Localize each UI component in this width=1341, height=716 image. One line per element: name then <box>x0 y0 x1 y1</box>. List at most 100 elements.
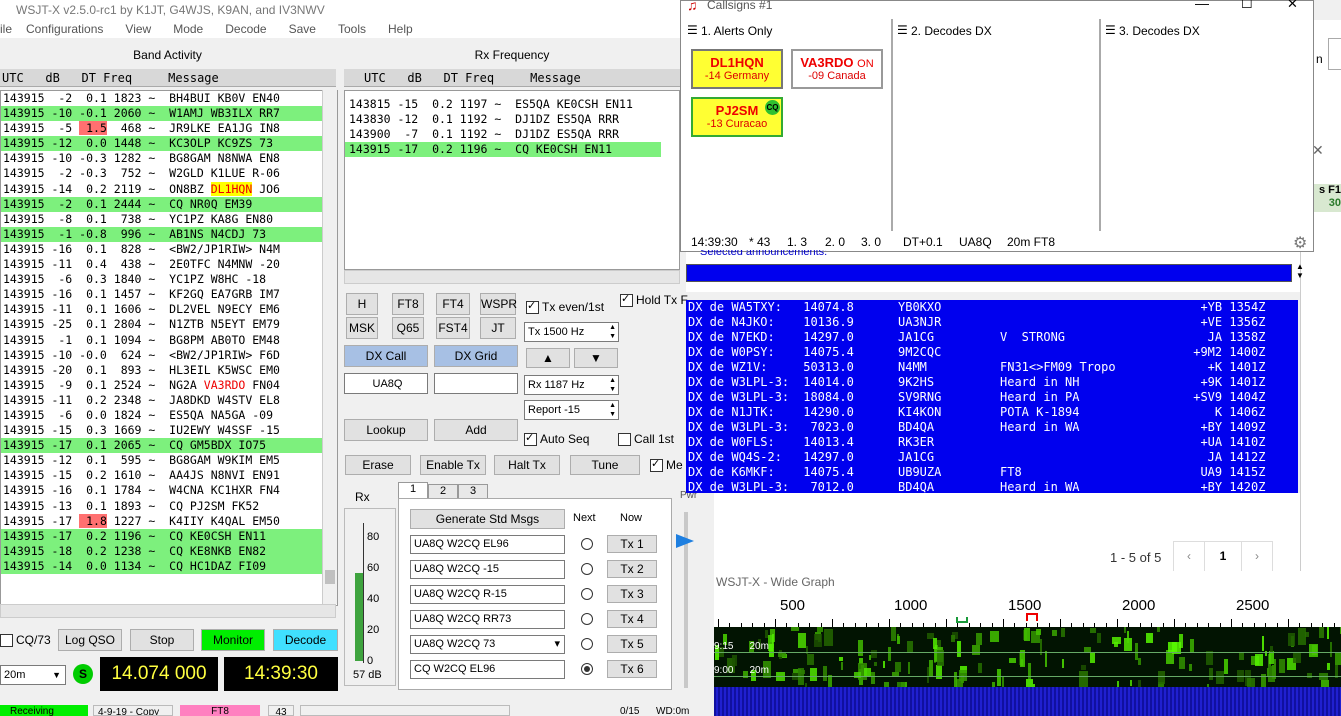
tx6-now-button[interactable]: Tx 6 <box>607 660 657 678</box>
decode-row[interactable]: 143915 -15 0.2 1610 ~ AA4JS N8NVI EN91 <box>1 468 325 483</box>
rx-frequency-marker[interactable] <box>956 617 968 623</box>
chevron-down-icon[interactable]: ▾ <box>554 636 560 653</box>
monitor-button[interactable]: Monitor <box>201 629 265 651</box>
decode-row[interactable]: 143915 -2 0.1 1823 ~ BH4BUI KB0V EN40 <box>1 91 325 106</box>
generate-std-msgs-button[interactable]: Generate Std Msgs <box>410 509 565 529</box>
menu-mode[interactable]: Mode <box>173 20 203 38</box>
rx-frequency-list[interactable]: 143815 -15 0.2 1197 ~ ES5QA KE0CSH EN11 1… <box>344 90 680 270</box>
decode-row[interactable]: 143915 -11 0.4 438 ~ 2E0TFC N4MNW -20 <box>1 257 325 272</box>
me-checkbox[interactable]: Me <box>650 457 683 473</box>
decode-row[interactable]: 143915 -8 0.1 738 ~ YC1PZ KA8G EN80 <box>1 212 325 227</box>
decode-row[interactable]: 143915 -6 0.3 1840 ~ YC1PZ W8HC -18 <box>1 272 325 287</box>
band-select[interactable]: 20m ▼ <box>0 665 66 685</box>
decode-row[interactable]: 143915 -25 0.1 2804 ~ N1ZTB N5EYT EM79 <box>1 317 325 332</box>
dx-call-input[interactable]: UA8Q <box>344 373 428 394</box>
tx2-next-radio[interactable] <box>581 563 593 575</box>
tx1-message-input[interactable]: UA8Q W2CQ EL96 <box>410 535 565 554</box>
alert-card-va3rdo[interactable]: VA3RDO ON -09 Canada <box>791 49 883 89</box>
decode-row[interactable]: 143915 -9 0.1 2524 ~ NG2A VA3RDO FN04 <box>1 378 325 393</box>
tx-frequency-spinbox[interactable]: Tx 1500 Hz ▲ ▼ <box>524 322 619 342</box>
dx-spot-row[interactable]: DX de N4JKO: 10136.9 UA3NJR +VE 1356Z <box>686 315 1298 330</box>
lookup-button[interactable]: Lookup <box>344 419 428 441</box>
spin-arrows-icon[interactable]: ▲ ▼ <box>609 323 616 341</box>
decode-row[interactable]: 143915 -17 0.2 1196 ~ CQ KE0CSH EN11 <box>1 528 325 544</box>
tx1-next-radio[interactable] <box>581 538 593 550</box>
enable-tx-button[interactable]: Enable Tx <box>420 455 486 475</box>
mode-q65-button[interactable]: Q65 <box>392 317 424 339</box>
pager-next-chevron-icon[interactable]: › <box>1241 541 1273 573</box>
decode-row[interactable]: 143915 -2 -0.3 752 ~ W2GLD K1LUE R-06 <box>1 166 325 181</box>
tx-up-button[interactable]: ▲ <box>526 348 570 368</box>
decode-row[interactable]: 143915 -1 -0.8 996 ~ AB1NS N4CDJ 73 <box>1 226 325 242</box>
tx5-next-radio[interactable] <box>581 638 593 650</box>
auto-seq-checkbox[interactable]: Auto Seq <box>524 431 589 447</box>
decode-row[interactable]: 143815 -15 0.2 1197 ~ ES5QA KE0CSH EN11 <box>345 97 661 112</box>
band-activity-hscroll[interactable] <box>0 604 336 618</box>
cq73-checkbox[interactable]: CQ/73 <box>0 633 51 648</box>
checkbox-box[interactable] <box>524 431 537 447</box>
band-activity-scrollbar[interactable] <box>322 90 337 604</box>
tx-down-button[interactable]: ▼ <box>574 348 618 368</box>
tx3-message-input[interactable]: UA8Q W2CQ R-15 <box>410 585 565 604</box>
menu-save[interactable]: Save <box>289 20 316 38</box>
tx5-message-input[interactable]: UA8Q W2CQ 73 ▾ <box>410 635 565 654</box>
tx-even-checkbox[interactable]: Tx even/1st <box>526 299 604 315</box>
tune-button[interactable]: Tune <box>570 455 640 475</box>
tx2-message-input[interactable]: UA8Q W2CQ -15 <box>410 560 565 579</box>
rx-frequency-hscroll[interactable] <box>344 270 680 284</box>
decode-row[interactable]: 143915 -20 0.1 893 ~ HL3EIL K5WSC EM0 <box>1 363 325 378</box>
menu-configurations[interactable]: Configurations <box>26 20 103 38</box>
scroll-thumb[interactable] <box>325 570 335 584</box>
decode-row[interactable]: 143915 -14 0.2 2119 ~ ON8BZ DL1HQN JO6 <box>1 181 325 197</box>
decode-row[interactable]: 143915 -17 0.1 2065 ~ CQ GM5BDX IO75 <box>1 438 325 454</box>
tx5-now-button[interactable]: Tx 5 <box>607 635 657 653</box>
call-1st-checkbox[interactable]: Call 1st <box>618 432 674 447</box>
tx-frequency-marker[interactable] <box>1026 613 1038 621</box>
alert-card-dl1hqn[interactable]: DL1HQN -14 Germany <box>691 49 783 89</box>
decode-row[interactable]: 143915 -13 0.1 1893 ~ CQ PJ2SM FK52 <box>1 499 325 514</box>
tx4-now-button[interactable]: Tx 4 <box>607 610 657 628</box>
rx-frequency-spinbox[interactable]: Rx 1187 Hz ▲ ▼ <box>524 375 619 395</box>
dx-spot-row[interactable]: DX de N1JTK: 14290.0 KI4KON POTA K-1894 K … <box>686 405 1298 420</box>
tab-1[interactable]: 1 <box>398 482 428 499</box>
add-button[interactable]: Add <box>434 419 518 441</box>
decode-button[interactable]: Decode <box>273 629 338 651</box>
decode-row[interactable]: 143915 -18 0.2 1238 ~ CQ KE8NKB EN82 <box>1 543 325 559</box>
mode-ft8-button[interactable]: FT8 <box>392 293 424 315</box>
halt-tx-button[interactable]: Halt Tx <box>494 455 560 475</box>
pager-current-page[interactable]: 1 <box>1204 541 1242 573</box>
report-spinbox[interactable]: Report -15 ▲ ▼ <box>524 400 619 420</box>
band-activity-list[interactable]: 143915 -2 0.1 1823 ~ BH4BUI KB0V EN40 143… <box>0 90 338 606</box>
dx-spot-row[interactable]: DX de W0PSY: 14075.4 9M2CQC +9M2 1400Z <box>686 345 1298 360</box>
cluster-filter-input[interactable] <box>686 264 1292 282</box>
dx-spot-row[interactable]: DX de WA5TXY: 14074.8 YB0KXO +YB 1354Z <box>686 300 1298 315</box>
erase-button[interactable]: Erase <box>345 455 411 475</box>
decode-row[interactable]: 143915 -5 1.5 468 ~ JR9LKE EA1JG IN8 <box>1 121 325 136</box>
spin-arrows-icon[interactable]: ▲ ▼ <box>609 401 616 419</box>
stop-button[interactable]: Stop <box>130 629 194 651</box>
tx4-next-radio[interactable] <box>581 613 593 625</box>
menu-file[interactable]: ile <box>0 20 12 38</box>
checkbox-box[interactable] <box>620 292 633 308</box>
mode-fst4-button[interactable]: FST4 <box>436 317 470 339</box>
checkbox-box[interactable] <box>0 634 13 648</box>
tx2-now-button[interactable]: Tx 2 <box>607 560 657 578</box>
dx-spot-row[interactable]: DX de W3LPL-3: 7012.0 BD4QA Heard in WA +B… <box>686 480 1298 493</box>
hamburger-icon[interactable]: ☰ <box>897 23 908 37</box>
decode-row[interactable]: 143915 -2 0.1 2444 ~ CQ NR0Q EM39 <box>1 196 325 212</box>
decode-row[interactable]: 143830 -12 0.1 1192 ~ DJ1DZ ES5QA RRR <box>345 112 661 127</box>
dx-call-button[interactable]: DX Call <box>344 345 428 367</box>
s-meter-indicator[interactable]: S <box>73 664 93 684</box>
decode-row[interactable]: 143915 -10 -0.1 2060 ~ W1AMJ WB3ILX RR7 <box>1 106 325 122</box>
decode-row[interactable]: 143915 -1 0.1 1094 ~ BG8PM AB0TO EM48 <box>1 333 325 348</box>
tx1-now-button[interactable]: Tx 1 <box>607 535 657 553</box>
dx-grid-button[interactable]: DX Grid <box>434 345 518 367</box>
dx-spot-row[interactable]: DX de K6MKF: 14075.4 UB9UZA FT8 UA9 1415Z <box>686 465 1298 480</box>
decode-row[interactable]: 143915 -16 0.1 828 ~ <BW2/JP1RIW> N4M <box>1 242 325 257</box>
dx-grid-input[interactable] <box>434 373 518 394</box>
checkbox-box[interactable] <box>650 457 663 473</box>
dx-spot-row[interactable]: DX de W3LPL-3: 14014.0 9K2HS Heard in NH +… <box>686 375 1298 390</box>
dx-spot-row[interactable]: DX de W3LPL-3: 7023.0 BD4QA Heard in WA +B… <box>686 420 1298 435</box>
dx-spot-row[interactable]: DX de W0FLS: 14013.4 RK3ER +UA 1410Z <box>686 435 1298 450</box>
dx-spot-row[interactable]: DX de N7EKD: 14297.0 JA1CG V STRONG JA 135… <box>686 330 1298 345</box>
